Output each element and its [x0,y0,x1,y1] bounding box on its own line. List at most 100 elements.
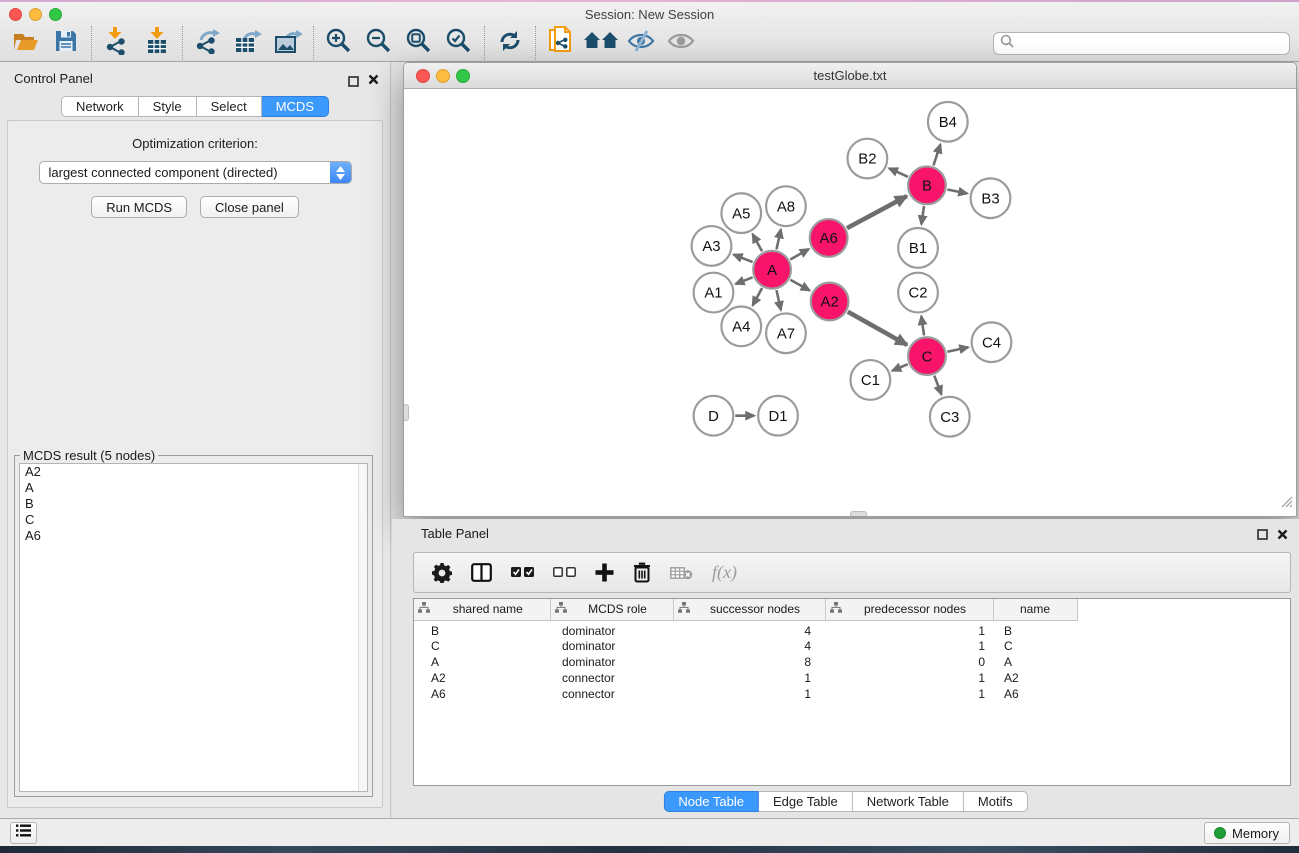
delete-rows-trash-icon[interactable] [633,561,651,585]
search-input[interactable] [1018,34,1289,52]
settings-gear-icon[interactable] [432,561,452,585]
zoom-in-button[interactable] [319,26,359,60]
tab-network[interactable]: Network [61,96,139,117]
graph-edge[interactable] [753,288,762,305]
graph-node-C1[interactable]: C1 [850,360,890,400]
zoom-selected-button[interactable] [439,26,479,60]
float-panel-icon[interactable] [1257,527,1268,545]
graph-node-A8[interactable]: A8 [766,186,806,226]
import-table-button[interactable] [137,26,177,60]
graph-node-B[interactable]: B [908,166,946,204]
graph-node-A1[interactable]: A1 [694,273,734,313]
graph-node-A4[interactable]: A4 [721,306,761,346]
graph-edge[interactable] [790,249,809,259]
graph-node-D[interactable]: D [694,396,734,436]
optimization-criterion-dropdown[interactable]: largest connected component (directed) [39,161,352,184]
table-cell[interactable]: 1 [673,686,825,702]
tab-motifs[interactable]: Motifs [964,791,1028,812]
table-cell[interactable]: A [414,654,550,670]
table-cell[interactable]: C [414,638,550,654]
tab-network-table[interactable]: Network Table [853,791,964,812]
graph-node-D1[interactable]: D1 [758,396,798,436]
table-cell[interactable]: 4 [673,638,825,654]
columns-icon[interactable] [471,561,492,585]
table-cell[interactable]: B [414,620,550,638]
table-cell[interactable]: 1 [825,686,993,702]
close-panel-icon[interactable] [1277,527,1288,545]
table-row[interactable]: Bdominator41B [414,620,1290,638]
network-window-titlebar[interactable]: testGlobe.txt [404,63,1296,89]
graph-edge[interactable] [947,347,968,351]
graph-edge[interactable] [933,144,940,165]
refresh-button[interactable] [490,26,530,60]
task-history-button[interactable] [10,822,37,844]
graph-node-B2[interactable]: B2 [848,139,888,179]
tab-select[interactable]: Select [197,96,262,117]
graph-edge[interactable] [889,168,908,176]
table-cell[interactable]: dominator [550,620,673,638]
graph-node-A2[interactable]: A2 [811,283,849,321]
table-cell[interactable]: A6 [993,686,1077,702]
result-item[interactable]: A [20,480,367,496]
graph-node-B1[interactable]: B1 [898,228,938,268]
hide-selected-button[interactable] [621,26,661,60]
result-item[interactable]: B [20,496,367,512]
table-row[interactable]: Cdominator41C [414,638,1290,654]
graph-node-A7[interactable]: A7 [766,313,806,353]
close-panel-button[interactable]: Close panel [200,196,299,218]
graph-edge[interactable] [753,234,762,251]
save-session-button[interactable] [46,26,86,60]
add-row-icon[interactable] [595,561,614,585]
graph-edge[interactable] [934,376,941,395]
birdseye-view-handle[interactable] [850,511,867,516]
graph-edge[interactable] [736,277,753,284]
graph-edge[interactable] [921,206,924,224]
import-network-button[interactable] [97,26,137,60]
export-image-button[interactable] [268,26,308,60]
graph-edge[interactable] [847,196,907,228]
tab-style[interactable]: Style [139,96,197,117]
table-cell[interactable]: C [993,638,1077,654]
tab-edge-table[interactable]: Edge Table [759,791,853,812]
network-graph[interactable]: A5A8A3A6AA1A4A7A2B2B4BB3B1C2C4CC1C3DD1 [405,90,1295,515]
mcds-result-list[interactable]: A2ABCA6 [19,463,368,792]
graph-edge[interactable] [947,189,967,193]
graph-node-A3[interactable]: A3 [692,226,732,266]
graph-node-A[interactable]: A [753,251,791,289]
graph-node-A6[interactable]: A6 [810,219,848,257]
deselect-all-checkboxes-icon[interactable] [553,561,576,585]
table-cell[interactable]: connector [550,686,673,702]
column-header-name[interactable]: name [993,599,1077,620]
graph-node-C2[interactable]: C2 [898,273,938,313]
function-builder-icon[interactable]: f(x) [712,561,737,585]
table-cell[interactable]: connector [550,670,673,686]
graph-node-B3[interactable]: B3 [971,178,1011,218]
zoom-fit-button[interactable] [399,26,439,60]
graph-node-A5[interactable]: A5 [721,193,761,233]
result-list-scrollbar[interactable] [358,464,367,791]
table-cell[interactable]: A6 [414,686,550,702]
run-mcds-button[interactable]: Run MCDS [91,196,187,218]
select-all-checkboxes-icon[interactable] [511,561,534,585]
graph-edge[interactable] [777,290,781,310]
result-item[interactable]: A2 [20,464,367,480]
table-cell[interactable]: dominator [550,654,673,670]
graph-edge[interactable] [790,280,809,291]
tool-palette-handle[interactable] [404,404,409,421]
graph-node-C3[interactable]: C3 [930,397,970,437]
float-panel-icon[interactable] [348,76,359,87]
graph-node-B4[interactable]: B4 [928,102,968,142]
tab-node-table[interactable]: Node Table [663,791,759,812]
duplicate-network-button[interactable] [541,26,581,60]
table-cell[interactable]: A2 [993,670,1077,686]
result-item[interactable]: C [20,512,367,528]
table-row[interactable]: A2connector11A2 [414,670,1290,686]
window-resize-grip[interactable] [1280,495,1293,513]
graph-node-C4[interactable]: C4 [972,322,1012,362]
column-header-shared-name[interactable]: shared name [414,599,550,620]
tab-mcds[interactable]: MCDS [262,96,329,117]
show-all-button[interactable] [661,26,701,60]
graph-edge[interactable] [848,312,907,345]
export-network-button[interactable] [188,26,228,60]
table-cell[interactable]: 8 [673,654,825,670]
